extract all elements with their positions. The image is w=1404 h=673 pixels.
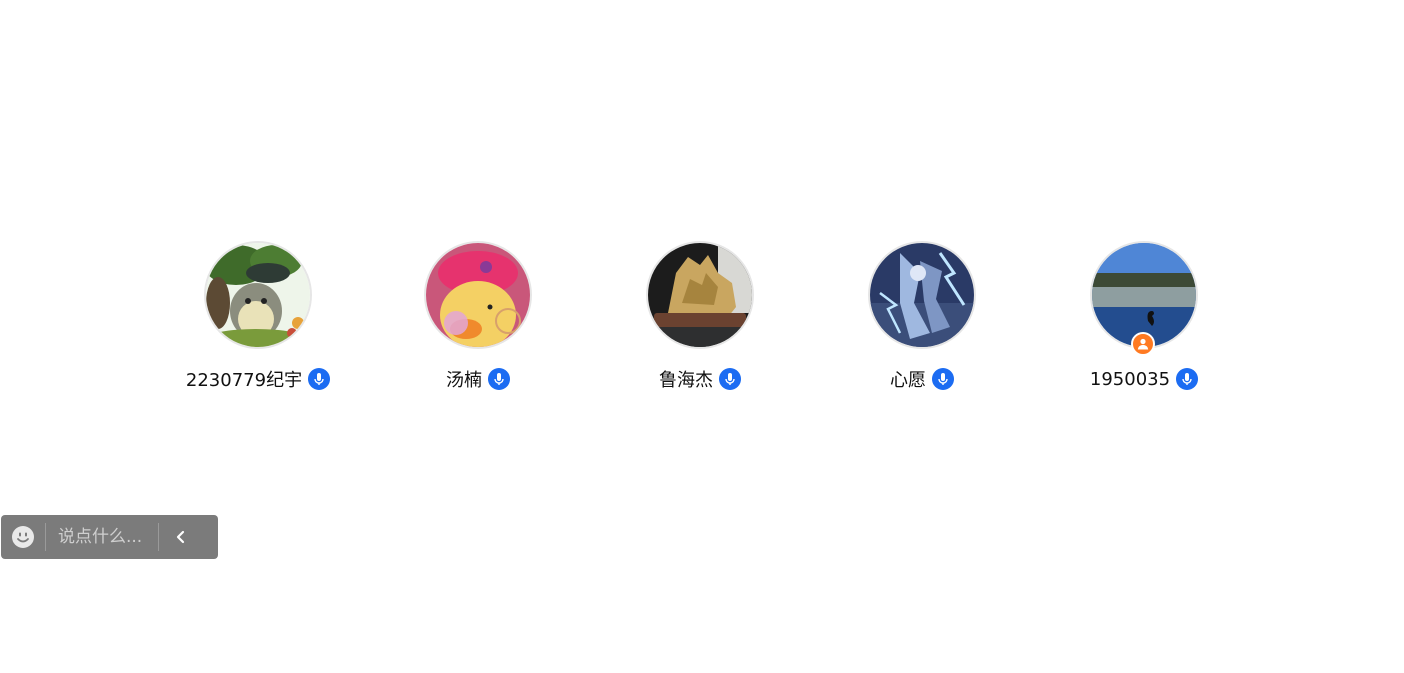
mic-icon[interactable] <box>932 368 954 390</box>
mic-icon[interactable] <box>308 368 331 390</box>
chat-input[interactable] <box>46 519 158 555</box>
avatar[interactable] <box>424 241 532 349</box>
avatar[interactable] <box>1090 241 1198 356</box>
chat-bar <box>1 515 218 559</box>
collapse-chat-button[interactable] <box>159 515 203 559</box>
rock-sculpture-photo-avatar <box>646 241 754 349</box>
participant-name: 鲁海杰 <box>659 370 713 391</box>
avatar[interactable] <box>868 241 976 349</box>
avatar[interactable] <box>204 241 312 349</box>
participant-name: 汤楠 <box>446 370 482 391</box>
meeting-stage: 2230779纪宇 汤楠 鲁海杰 心愿 1950035 说点什么... <box>0 0 1404 673</box>
duck-toy-photo-avatar <box>424 241 532 349</box>
smiley-icon <box>12 526 34 548</box>
chevron-left-icon <box>176 530 185 544</box>
emoji-button[interactable] <box>1 515 45 559</box>
participant-tile[interactable]: 1950035 <box>1034 241 1254 391</box>
participant-name: 1950035 <box>1089 368 1171 390</box>
participant-name: 2230779纪宇 <box>185 370 303 391</box>
totoro-photo-avatar <box>204 241 312 349</box>
participant-tile[interactable]: 2230779纪宇 <box>148 241 368 391</box>
participant-tile[interactable]: 心愿 <box>812 241 1032 391</box>
mic-icon[interactable] <box>1176 368 1199 390</box>
mic-icon[interactable] <box>488 368 510 390</box>
avatar[interactable] <box>646 241 754 349</box>
participant-name: 心愿 <box>890 370 926 391</box>
participant-tile[interactable]: 鲁海杰 <box>590 241 810 391</box>
game-character-photo-avatar <box>868 241 976 349</box>
host-user-icon <box>1131 332 1155 356</box>
mic-icon[interactable] <box>719 368 741 390</box>
participant-tile[interactable]: 汤楠 <box>368 241 588 391</box>
